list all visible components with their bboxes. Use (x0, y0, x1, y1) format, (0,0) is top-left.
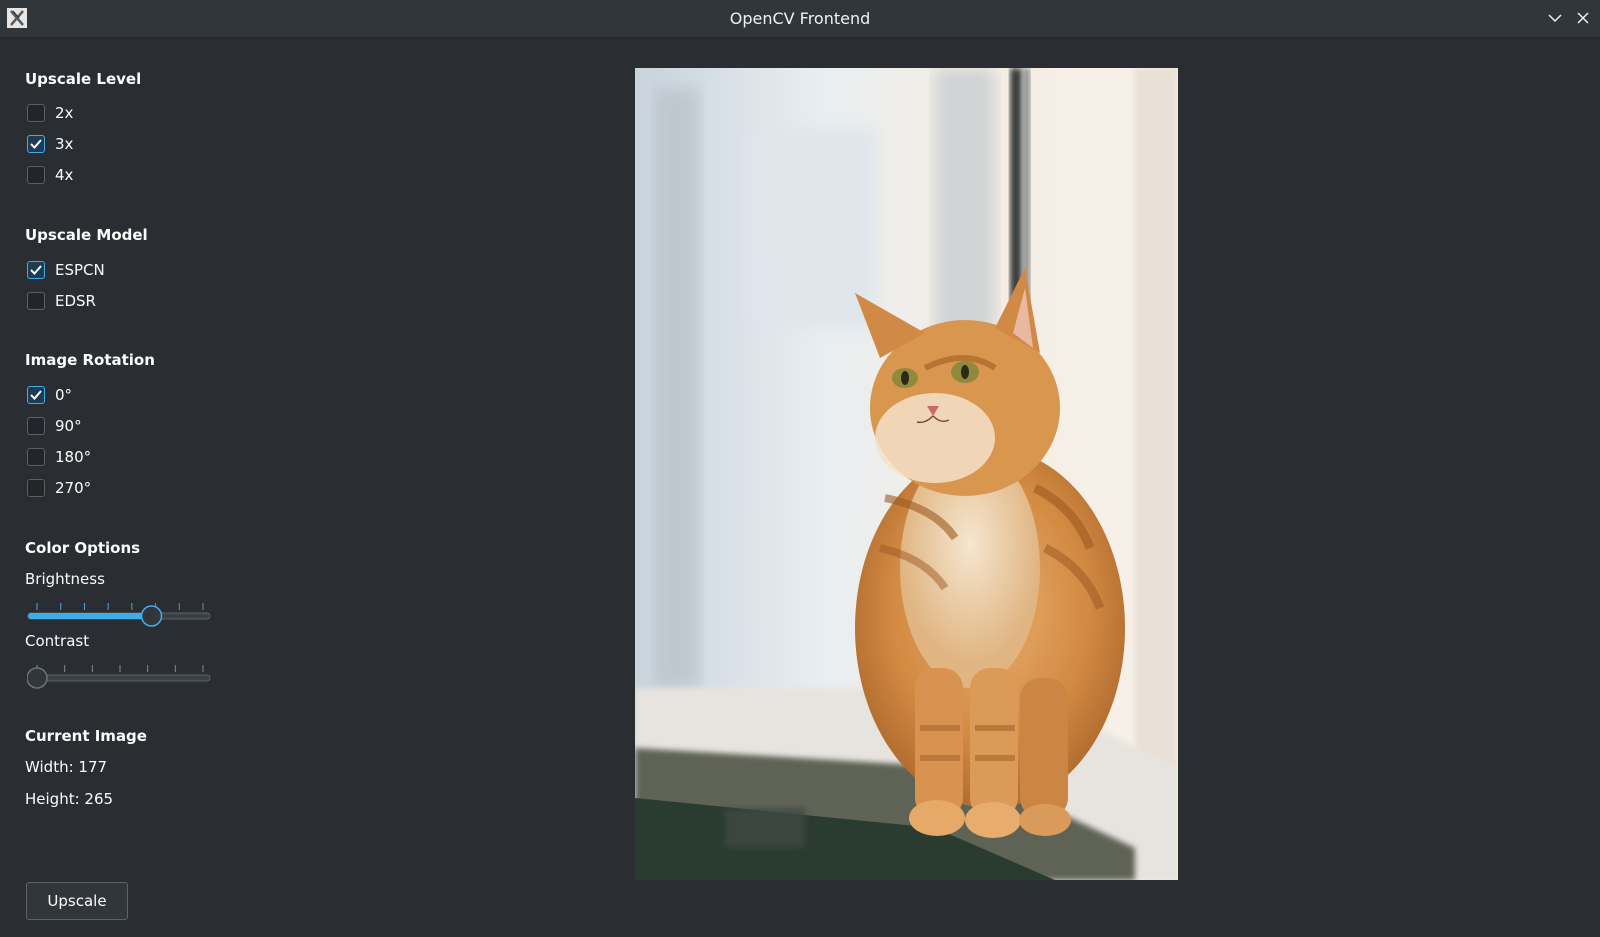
checkbox-label: 270° (55, 479, 92, 497)
checkbox-label: 3x (55, 135, 74, 153)
checkbox-box[interactable] (27, 166, 45, 184)
checkbox-box[interactable] (27, 104, 45, 122)
image-height-text: Height: 265 (25, 790, 114, 808)
checkbox-box[interactable] (27, 479, 45, 497)
checkbox-label: 180° (55, 448, 92, 466)
checkbox-label: 4x (55, 166, 74, 184)
checkbox-box[interactable] (27, 135, 45, 153)
checkbox-rotation-0[interactable]: 0° (27, 384, 72, 406)
checkbox-box[interactable] (27, 386, 45, 404)
upscale-button[interactable]: Upscale (26, 882, 128, 920)
checkbox-label: 2x (55, 104, 74, 122)
contrast-label: Contrast (25, 632, 90, 650)
checkmark-icon (30, 390, 42, 400)
checkbox-3x[interactable]: 3x (27, 133, 73, 155)
checkbox-edsr[interactable]: EDSR (27, 290, 96, 312)
checkmark-icon (30, 139, 42, 149)
brightness-label: Brightness (25, 570, 105, 588)
slider-track (27, 674, 211, 682)
checkbox-box[interactable] (27, 292, 45, 310)
slider-handle[interactable] (27, 667, 48, 689)
checkbox-label: ESPCN (55, 261, 105, 279)
color-options-heading: Color Options (25, 539, 141, 557)
checkbox-espcn[interactable]: ESPCN (27, 259, 105, 281)
checkbox-label: EDSR (55, 292, 96, 310)
contrast-slider[interactable] (27, 665, 211, 691)
slider-fill (28, 613, 153, 619)
checkbox-box[interactable] (27, 261, 45, 279)
chevron-down-icon (1548, 14, 1562, 23)
slider-handle[interactable] (140, 605, 163, 627)
checkbox-4x[interactable]: 4x (27, 164, 73, 186)
window-title: OpenCV Frontend (729, 9, 871, 28)
checkbox-rotation-90[interactable]: 90° (27, 415, 82, 437)
checkbox-rotation-270[interactable]: 270° (27, 477, 91, 499)
checkbox-2x[interactable]: 2x (27, 102, 73, 124)
checkmark-icon (30, 265, 42, 275)
checkbox-box[interactable] (27, 417, 45, 435)
image-rotation-heading: Image Rotation (25, 351, 155, 369)
title-bar: OpenCV Frontend (0, 0, 1600, 38)
upscale-model-heading: Upscale Model (25, 226, 148, 244)
image-width-text: Width: 177 (25, 758, 108, 776)
current-image-heading: Current Image (25, 727, 147, 745)
checkbox-box[interactable] (27, 448, 45, 466)
close-icon (1577, 12, 1589, 24)
minimize-button[interactable] (1545, 8, 1565, 28)
brightness-slider[interactable] (27, 603, 211, 629)
cat-photo (635, 68, 1178, 880)
image-preview (635, 68, 1178, 880)
upscale-level-heading: Upscale Level (25, 70, 142, 88)
checkbox-rotation-180[interactable]: 180° (27, 446, 91, 468)
checkbox-label: 90° (55, 417, 82, 435)
close-button[interactable] (1573, 8, 1593, 28)
checkbox-label: 0° (55, 386, 73, 404)
